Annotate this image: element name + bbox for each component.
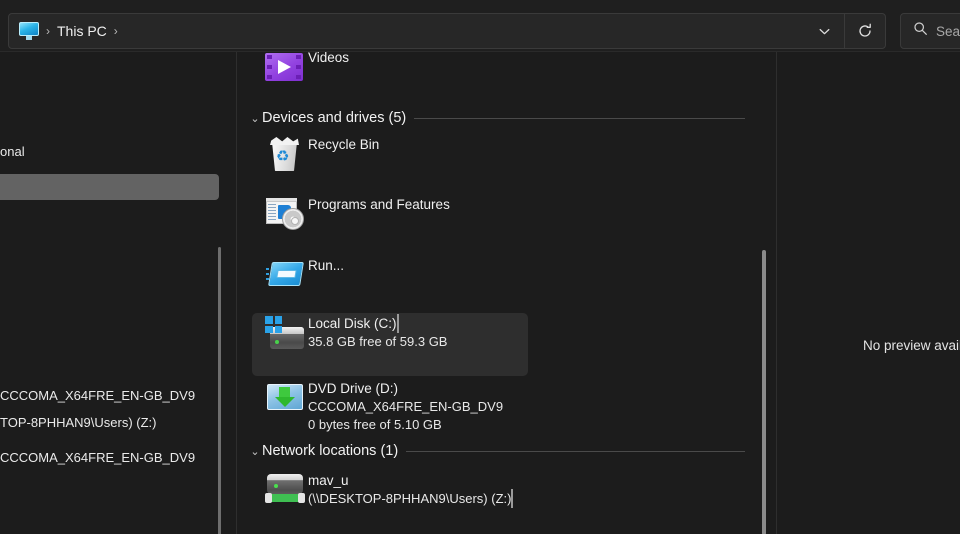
search-icon xyxy=(913,21,928,41)
programs-and-features-icon-art xyxy=(266,198,304,231)
list-item-selected[interactable]: Local Disk (C:) 35.8 GB free of 59.3 GB xyxy=(252,313,528,376)
recycle-bin-icon: ♻ xyxy=(262,134,306,174)
videos-media-icon-art xyxy=(265,53,303,81)
list-item-name: mav_u xyxy=(308,473,349,488)
nav-selected-row[interactable] xyxy=(0,174,219,200)
list-item-name: Local Disk (C:) xyxy=(308,316,397,331)
content-pane-scrollbar[interactable] xyxy=(762,250,766,534)
list-item-text: DVD Drive (D:) CCCOMA_X64FRE_EN-GB_DV9 0… xyxy=(308,378,528,434)
this-pc-icon xyxy=(19,22,39,40)
navigation-pane-scrollbar[interactable] xyxy=(218,247,221,534)
group-header-devices-and-drives[interactable]: ⌄ Devices and drives (5) xyxy=(248,107,763,129)
chevron-down-icon[interactable]: ⌄ xyxy=(248,445,262,458)
search-box[interactable] xyxy=(900,13,960,49)
dvd-capacity-text: 0 bytes free of 5.10 GB xyxy=(308,417,442,432)
list-item-name: Videos xyxy=(308,52,350,65)
search-input[interactable] xyxy=(936,23,960,39)
address-bar[interactable]: › This PC › xyxy=(8,13,886,49)
disk-capacity-text: 35.8 GB free of 59.3 GB xyxy=(308,334,448,349)
list-item-text: Run... xyxy=(308,255,344,275)
run-dialog-icon-art xyxy=(266,262,304,288)
nav-item-clipped-personal[interactable]: onal xyxy=(0,144,25,159)
titlebar: › This PC › xyxy=(0,0,960,52)
list-item[interactable]: Programs and Features xyxy=(252,194,527,234)
list-item-name: Programs and Features xyxy=(308,197,450,212)
disk-usage-bar xyxy=(396,314,399,333)
run-dialog-icon xyxy=(262,255,306,295)
network-usage-bar xyxy=(511,489,514,508)
breadcrumb-separator-leading: › xyxy=(46,24,50,38)
this-pc-icon-screen xyxy=(19,22,39,36)
breadcrumb-separator-trailing[interactable]: › xyxy=(114,24,118,38)
file-explorer-window: › This PC › Sea onal CCCOMA_X64FRE_EN-GB… xyxy=(0,0,960,534)
content-pane[interactable]: Videos ⌄ Devices and drives (5) ♻ Recycl… xyxy=(238,52,769,534)
chevron-down-icon[interactable]: ⌄ xyxy=(248,112,262,125)
preview-unavailable-message: No preview availa xyxy=(863,338,960,353)
list-item[interactable]: DVD Drive (D:) CCCOMA_X64FRE_EN-GB_DV9 0… xyxy=(252,378,528,436)
programs-and-features-icon xyxy=(262,194,306,234)
group-title: Network locations (1) xyxy=(262,443,399,459)
breadcrumb-this-pc[interactable]: This PC xyxy=(57,23,107,39)
list-item-name: Recycle Bin xyxy=(308,137,380,152)
list-item[interactable]: mav_u (\\DESKTOP-8PHHAN9\Users) (Z:) xyxy=(252,470,528,532)
recycle-bin-icon-art: ♻ xyxy=(269,137,300,171)
group-header-network-locations[interactable]: ⌄ Network locations (1) xyxy=(248,440,763,462)
nav-item-clipped-dvd-label[interactable]: CCCOMA_X64FRE_EN-GB_DV9 xyxy=(0,388,195,403)
preview-pane: No preview availa xyxy=(776,52,960,534)
list-item-text: Recycle Bin xyxy=(308,134,379,154)
nav-item-clipped-dvd-label-2[interactable]: CCCOMA_X64FRE_EN-GB_DV9 xyxy=(0,450,195,465)
list-item-text: Programs and Features xyxy=(308,194,450,214)
list-item-text: mav_u (\\DESKTOP-8PHHAN9\Users) (Z:) xyxy=(308,470,528,508)
list-item-name: DVD Drive (D:) xyxy=(308,381,398,396)
list-item[interactable]: Run... xyxy=(252,255,527,295)
dvd-drive-icon-art xyxy=(267,384,303,412)
chevron-down-icon[interactable] xyxy=(804,14,844,48)
nav-item-clipped-network-path[interactable]: TOP-8PHHAN9\Users) (Z:) xyxy=(0,415,157,430)
list-item[interactable]: ♻ Recycle Bin xyxy=(252,134,527,174)
navigation-pane[interactable]: onal CCCOMA_X64FRE_EN-GB_DV9 TOP-8PHHAN9… xyxy=(0,52,237,534)
group-divider xyxy=(406,450,745,452)
list-item-name: Run... xyxy=(308,258,345,273)
group-divider xyxy=(414,117,745,119)
videos-media-icon xyxy=(262,52,306,87)
hard-drive-icon xyxy=(262,313,306,353)
dvd-volume-label: CCCOMA_X64FRE_EN-GB_DV9 xyxy=(308,399,504,414)
dvd-drive-icon xyxy=(262,378,306,418)
list-item-text: Local Disk (C:) 35.8 GB free of 59.3 GB xyxy=(308,313,528,351)
network-drive-icon xyxy=(262,470,306,510)
list-item-text: Videos xyxy=(308,52,349,67)
refresh-icon[interactable] xyxy=(845,14,885,48)
hard-drive-icon-art xyxy=(265,316,305,351)
list-item[interactable]: Videos xyxy=(252,52,527,91)
network-drive-icon-art xyxy=(265,474,305,506)
this-pc-icon-stand xyxy=(26,36,32,40)
group-title: Devices and drives (5) xyxy=(262,110,407,126)
network-unc-path: (\\DESKTOP-8PHHAN9\Users) (Z:) xyxy=(308,491,512,506)
